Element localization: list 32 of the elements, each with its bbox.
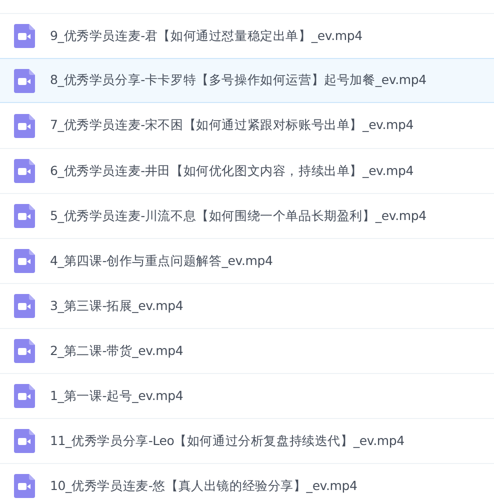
file-row[interactable]: 1_第一课-起号_ev.mp4: [0, 373, 494, 418]
file-name: 6_优秀学员连麦-井田【如何优化图文内容，持续出单】_ev.mp4: [50, 162, 414, 180]
video-file-icon: [14, 24, 35, 48]
file-name: 8_优秀学员分享-卡卡罗特【多号操作如何运营】起号加餐_ev.mp4: [50, 71, 426, 90]
file-row[interactable]: 8_优秀学员分享-卡卡罗特【多号操作如何运营】起号加餐_ev.mp4: [0, 58, 494, 103]
file-name: 3_第三课-拓展_ev.mp4: [50, 296, 184, 315]
video-file-icon: [14, 474, 35, 498]
file-row[interactable]: 4_第四课-创作与重点问题解答_ev.mp4: [0, 238, 494, 283]
file-row[interactable]: 7_优秀学员连麦-宋不困【如何通过紧跟对标账号出单】_ev.mp4: [0, 103, 494, 148]
file-name: 4_第四课-创作与重点问题解答_ev.mp4: [50, 252, 273, 270]
file-row[interactable]: 11_优秀学员分享-Leo【如何通过分析复盘持续迭代】_ev.mp4: [0, 418, 494, 463]
video-file-icon: [14, 249, 35, 273]
file-name: 11_优秀学员分享-Leo【如何通过分析复盘持续迭代】_ev.mp4: [50, 432, 404, 450]
video-file-icon: [14, 114, 35, 138]
file-row[interactable]: 10_优秀学员连麦-悠【真人出镜的经验分享】_ev.mp4: [0, 463, 494, 504]
video-file-icon: [14, 204, 35, 228]
video-file-icon: [14, 294, 35, 318]
video-file-icon: [14, 159, 35, 183]
file-row[interactable]: 2_第二课-带货_ev.mp4: [0, 328, 494, 373]
file-row[interactable]: 3_第三课-拓展_ev.mp4: [0, 283, 494, 328]
video-file-icon: [14, 429, 35, 453]
file-row[interactable]: 6_优秀学员连麦-井田【如何优化图文内容，持续出单】_ev.mp4: [0, 148, 494, 193]
file-name: 9_优秀学员连麦-君【如何通过怼量稳定出单】_ev.mp4: [50, 26, 362, 45]
file-name: 5_优秀学员连麦-川流不息【如何围绕一个单品长期盈利】_ev.mp4: [50, 206, 426, 225]
video-file-icon: [14, 68, 35, 92]
file-row[interactable]: 5_优秀学员连麦-川流不息【如何围绕一个单品长期盈利】_ev.mp4: [0, 193, 494, 238]
video-file-icon: [14, 339, 35, 363]
video-file-icon: [14, 384, 35, 408]
file-name: 7_优秀学员连麦-宋不困【如何通过紧跟对标账号出单】_ev.mp4: [50, 116, 414, 134]
file-name: 2_第二课-带货_ev.mp4: [50, 342, 184, 360]
file-name: 10_优秀学员连麦-悠【真人出镜的经验分享】_ev.mp4: [50, 476, 358, 495]
file-name: 1_第一课-起号_ev.mp4: [50, 386, 184, 405]
